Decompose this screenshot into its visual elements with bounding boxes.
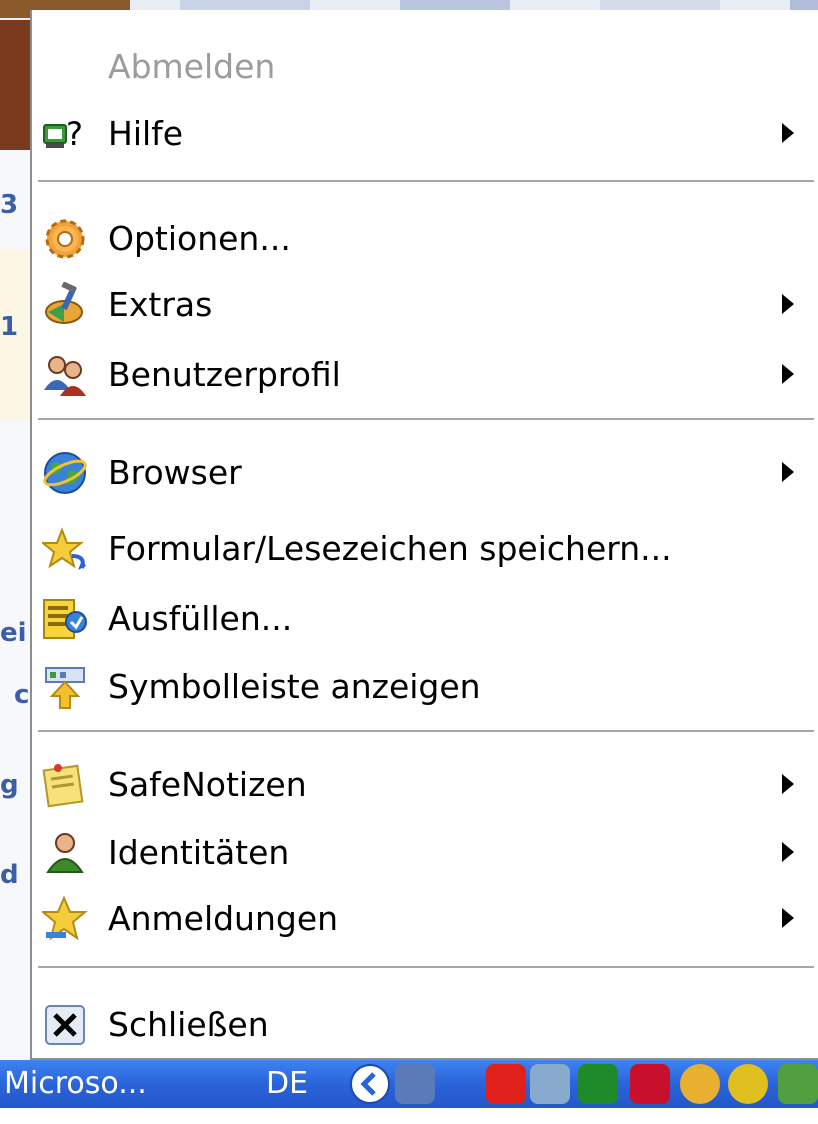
submenu-arrow-icon — [782, 123, 794, 143]
menu-item-safenotizen[interactable]: SafeNotizen — [32, 752, 818, 818]
menu-item-benutzerprofil[interactable]: Benutzerprofil — [32, 342, 818, 408]
globe-icon — [42, 450, 88, 496]
menu-separator — [38, 180, 814, 183]
bottom-strip — [0, 1108, 818, 1124]
menu-item-label: Browser — [108, 453, 242, 492]
menu-item-browser[interactable]: Browser — [32, 440, 818, 506]
gear-icon — [42, 216, 88, 262]
menu-item-ausfuellen[interactable]: Ausfüllen... — [32, 586, 818, 652]
background-image — [0, 20, 34, 150]
star-save-icon — [40, 526, 88, 572]
submenu-arrow-icon — [782, 908, 794, 928]
m-app-icon[interactable] — [630, 1064, 670, 1104]
menu-item-symbolleiste-anzeigen[interactable]: Symbolleiste anzeigen — [32, 654, 818, 720]
menu-item-label: Identitäten — [108, 833, 290, 872]
notes-icon — [42, 762, 88, 808]
menu-item-schliessen[interactable]: Schließen — [32, 992, 818, 1058]
submenu-arrow-icon — [782, 774, 794, 794]
menu-item-formular-speichern[interactable]: Formular/Lesezeichen speichern... — [32, 516, 818, 582]
menu-item-hilfe[interactable]: ? Hilfe — [32, 101, 818, 167]
menu-item-anmeldungen[interactable]: Anmeldungen — [32, 886, 818, 952]
menu-item-extras[interactable]: Extras — [32, 272, 818, 338]
menu-item-label: Schließen — [108, 1005, 269, 1044]
menu-item-label: SafeNotizen — [108, 765, 307, 804]
identity-icon — [42, 830, 88, 876]
submenu-arrow-icon — [782, 462, 794, 482]
menu-separator — [38, 418, 814, 421]
menu-item-abmelden: Abmelden — [32, 34, 818, 100]
close-icon — [42, 1002, 88, 1048]
menu-item-label: Hilfe — [108, 114, 184, 153]
v-app-icon[interactable] — [680, 1064, 720, 1104]
tray-extra-icon[interactable] — [778, 1064, 818, 1104]
taskbar-window-button[interactable]: Microso... — [0, 1060, 224, 1108]
network-icon[interactable] — [395, 1064, 435, 1104]
menu-item-label: Optionen... — [108, 219, 291, 258]
red-app-icon[interactable] — [486, 1064, 526, 1104]
triangle-app-icon[interactable] — [530, 1064, 570, 1104]
menu-item-optionen[interactable]: Optionen... — [32, 206, 818, 272]
toolbar-icon — [42, 664, 88, 710]
fill-form-icon — [42, 596, 88, 642]
menu-item-label: Abmelden — [108, 47, 276, 86]
tools-icon — [42, 281, 88, 328]
star-login-icon — [40, 895, 88, 942]
language-indicator[interactable]: DE — [262, 1060, 326, 1108]
help-icon: ? — [42, 111, 88, 157]
tray-extra-icon[interactable] — [728, 1064, 768, 1104]
menu-item-label: Extras — [108, 285, 213, 324]
back-arrow-icon[interactable] — [350, 1064, 390, 1104]
menu-item-identitaeten[interactable]: Identitäten — [32, 820, 818, 886]
menu-item-label: Anmeldungen — [108, 899, 339, 938]
menu-item-label: Benutzerprofil — [108, 355, 341, 394]
submenu-arrow-icon — [782, 842, 794, 862]
submenu-arrow-icon — [782, 364, 794, 384]
menu-item-label: Symbolleiste anzeigen — [108, 667, 481, 706]
context-menu: Abmelden ? Hilfe Optionen... Extras Benu… — [30, 10, 818, 1060]
users-icon — [42, 352, 88, 398]
traffic-light-icon[interactable] — [578, 1064, 618, 1104]
menu-item-label: Ausfüllen... — [108, 599, 293, 638]
menu-separator — [38, 966, 814, 969]
submenu-arrow-icon — [782, 294, 794, 314]
menu-item-label: Formular/Lesezeichen speichern... — [108, 529, 672, 568]
svg-text:?: ? — [66, 115, 83, 153]
menu-separator — [38, 730, 814, 733]
